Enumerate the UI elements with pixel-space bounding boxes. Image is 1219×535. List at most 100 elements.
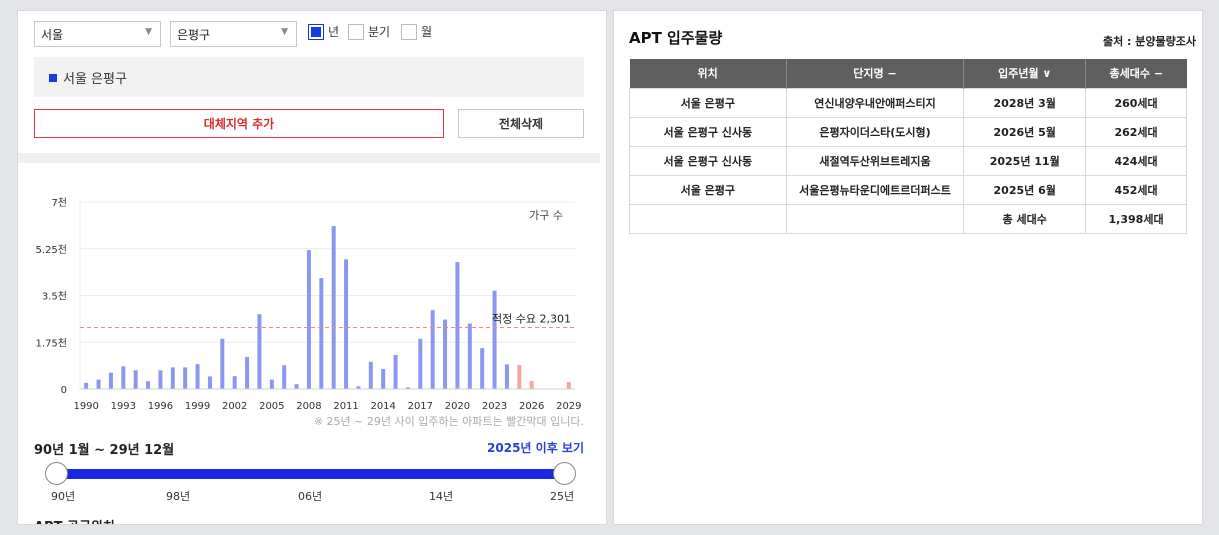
- move-in-volume-panel: APT 입주물량 출처 : 분양물량조사 위치 단지명 − 입주년월 ∨ 총세대…: [613, 10, 1203, 525]
- chart-bar: [96, 379, 101, 389]
- cell-empty: [785, 203, 965, 234]
- table-total-row: 총 세대수 1,398세대: [629, 203, 1187, 234]
- total-value: 1,398세대: [1085, 203, 1187, 234]
- cell-complex: 새절역두산위브트레지움: [785, 145, 965, 176]
- chart-bar: [418, 338, 423, 389]
- chevron-down-icon: ▼: [281, 27, 288, 37]
- chart-bar: [492, 290, 497, 389]
- checkbox-checked-icon: [308, 23, 324, 40]
- x-tick-label: 1993: [111, 401, 136, 411]
- cell-complex: 서울은평뉴타운디에트르더퍼스트: [785, 174, 965, 205]
- clear-all-button[interactable]: 전체삭제: [458, 109, 584, 138]
- x-tick-label: 2029: [556, 401, 581, 411]
- source-label: 출처 : 분양물량조사: [1102, 35, 1196, 48]
- x-tick-label: 2002: [222, 401, 247, 411]
- x-tick-label: 2005: [259, 401, 284, 411]
- panel-title: APT 입주물량: [629, 29, 723, 47]
- selected-region-box: 서울 은평구: [34, 57, 584, 97]
- section-divider: [18, 153, 600, 163]
- cell-households: 260세대: [1085, 87, 1187, 118]
- checkbox-icon: [348, 23, 364, 40]
- period-year-checkbox[interactable]: 년: [308, 23, 339, 40]
- chart-bar: [455, 262, 460, 389]
- reference-line-label: 적정 수요 2,301: [492, 313, 571, 326]
- chart-bar: [245, 356, 250, 389]
- chevron-down-icon: ▼: [145, 27, 152, 37]
- x-tick-label: 1999: [185, 401, 210, 411]
- x-tick-label: 2011: [333, 401, 358, 411]
- y-tick-label: 3.5천: [42, 291, 67, 303]
- chart-bar: [306, 250, 311, 389]
- cell-move-in-date: 2026년 5월: [963, 116, 1087, 147]
- selected-region-label[interactable]: 서울 은평구: [63, 72, 127, 87]
- column-header-households[interactable]: 총세대수 −: [1085, 59, 1187, 88]
- chart-bar: [443, 319, 448, 389]
- region-legend-square-icon: [49, 74, 57, 82]
- chart-bar: [257, 314, 262, 389]
- x-tick-label: 1990: [73, 401, 98, 411]
- table-row[interactable]: 서울 은평구 연신내양우내안애퍼스티지 2028년 3월 260세대: [629, 87, 1187, 118]
- cell-empty: [629, 203, 787, 234]
- range-label: 90년 1월 ~ 29년 12월: [34, 443, 175, 458]
- chart-bar: [467, 323, 472, 389]
- city-select[interactable]: 서울 ▼: [34, 21, 161, 47]
- column-header-location[interactable]: 위치: [629, 59, 787, 88]
- cell-households: 262세대: [1085, 116, 1187, 147]
- after-2025-link[interactable]: 2025년 이후 보기: [487, 439, 584, 456]
- cell-move-in-date: 2025년 11월: [963, 145, 1087, 176]
- range-tick: 14년: [429, 490, 454, 503]
- y-tick-label: 5.25천: [36, 244, 67, 256]
- chart-bar: [108, 372, 113, 389]
- checkbox-icon: [401, 23, 417, 40]
- cell-location: 서울 은평구 신사동: [629, 116, 787, 147]
- range-slider-track[interactable]: [56, 469, 566, 479]
- table-row[interactable]: 서울 은평구 서울은평뉴타운디에트르더퍼스트 2025년 6월 452세대: [629, 174, 1187, 205]
- range-tick: 25년: [550, 490, 575, 503]
- table-row[interactable]: 서울 은평구 신사동 은평자이더스타(도시형) 2026년 5월 262세대: [629, 116, 1187, 147]
- cell-move-in-date: 2028년 3월: [963, 87, 1087, 118]
- cell-households: 424세대: [1085, 145, 1187, 176]
- chart-bar: [220, 338, 225, 389]
- x-tick-label: 2020: [445, 401, 470, 411]
- chart-bar: [504, 364, 509, 389]
- city-select-value: 서울: [41, 28, 64, 42]
- chart-bar: [195, 364, 200, 389]
- chart-bar: [269, 379, 274, 389]
- column-header-complex[interactable]: 단지명 −: [786, 59, 965, 88]
- chart-bar: [368, 361, 373, 389]
- y-tick-label: 0: [61, 385, 67, 396]
- district-select[interactable]: 은평구 ▼: [170, 21, 297, 47]
- x-tick-label: 2026: [519, 401, 544, 411]
- column-header-move-in-date[interactable]: 입주년월 ∨: [963, 59, 1087, 88]
- range-tick: 98년: [166, 490, 191, 503]
- chart-bar: [331, 226, 336, 389]
- range-tick: 06년: [298, 490, 323, 503]
- chart-bar: [133, 370, 138, 389]
- x-tick-label: 2014: [370, 401, 395, 411]
- cell-move-in-date: 2025년 6월: [963, 174, 1087, 205]
- y-tick-label: 1.75천: [36, 337, 67, 349]
- chart-bar: [480, 348, 485, 389]
- table-row[interactable]: 서울 은평구 신사동 새절역두산위브트레지움 2025년 11월 424세대: [629, 145, 1187, 176]
- chart-bar: [381, 368, 386, 389]
- chart-bar: [294, 384, 299, 389]
- chart-bar: [158, 370, 163, 389]
- range-slider-start-handle[interactable]: [45, 462, 68, 485]
- chart-bar: [517, 364, 522, 389]
- chart-bar: [146, 381, 151, 389]
- x-tick-label: 2017: [408, 401, 433, 411]
- supply-location-title: APT 공급위치: [34, 516, 115, 524]
- cell-complex: 은평자이더스타(도시형): [785, 116, 965, 147]
- cell-location: 서울 은평구: [629, 174, 787, 205]
- range-slider-end-handle[interactable]: [553, 462, 576, 485]
- x-tick-label: 1996: [148, 401, 173, 411]
- y-tick-label: 7천: [51, 197, 67, 209]
- period-year-label: 년: [328, 25, 340, 39]
- chart-bar: [319, 278, 324, 389]
- period-quarter-checkbox[interactable]: 분기: [348, 23, 390, 40]
- apt-table: 위치 단지명 − 입주년월 ∨ 총세대수 − 서울 은평구 연신내양우내안애퍼스…: [629, 59, 1187, 234]
- add-region-button[interactable]: 대체지역 추가: [34, 109, 444, 138]
- period-month-label: 월: [421, 25, 433, 39]
- period-quarter-label: 분기: [368, 25, 391, 39]
- period-month-checkbox[interactable]: 월: [401, 23, 432, 40]
